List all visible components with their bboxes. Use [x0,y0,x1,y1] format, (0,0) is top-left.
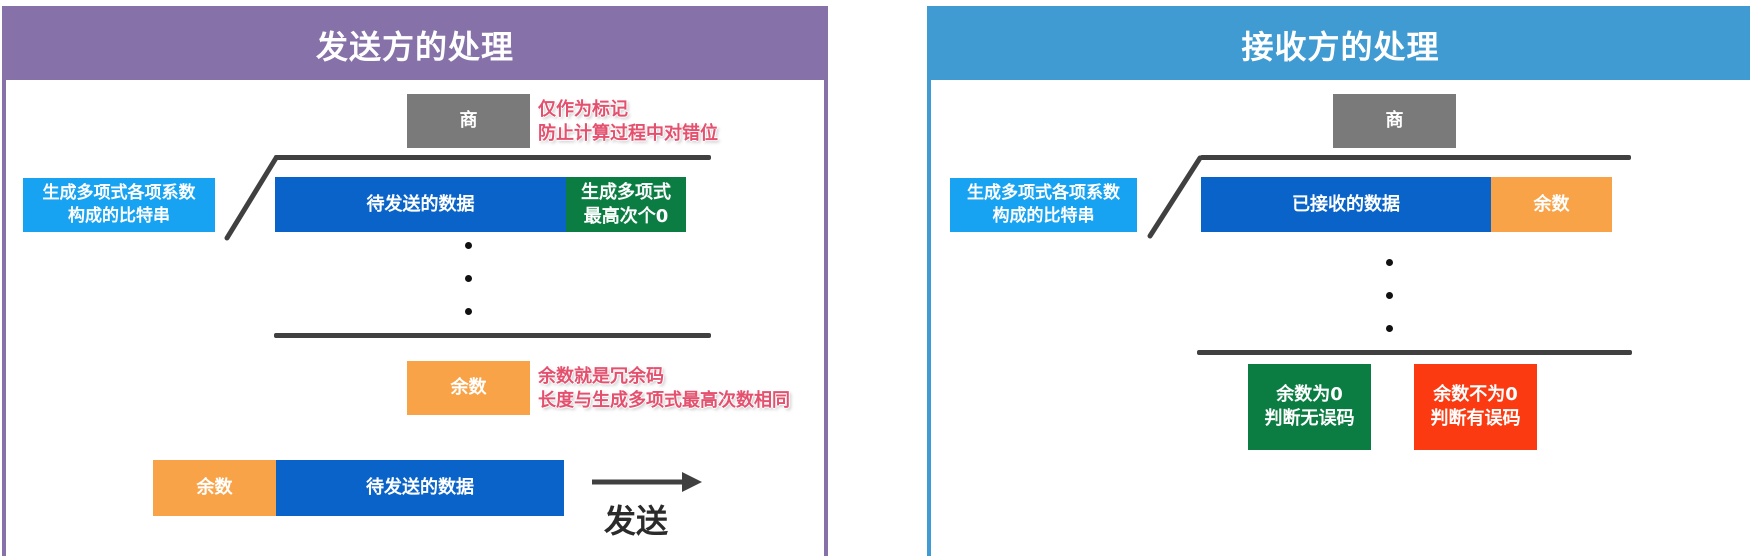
sender-division-bracket [224,155,279,241]
send-arrow-icon [682,472,702,492]
receiver-division-bracket [1147,155,1203,239]
diagram-overlay [224,155,1203,492]
